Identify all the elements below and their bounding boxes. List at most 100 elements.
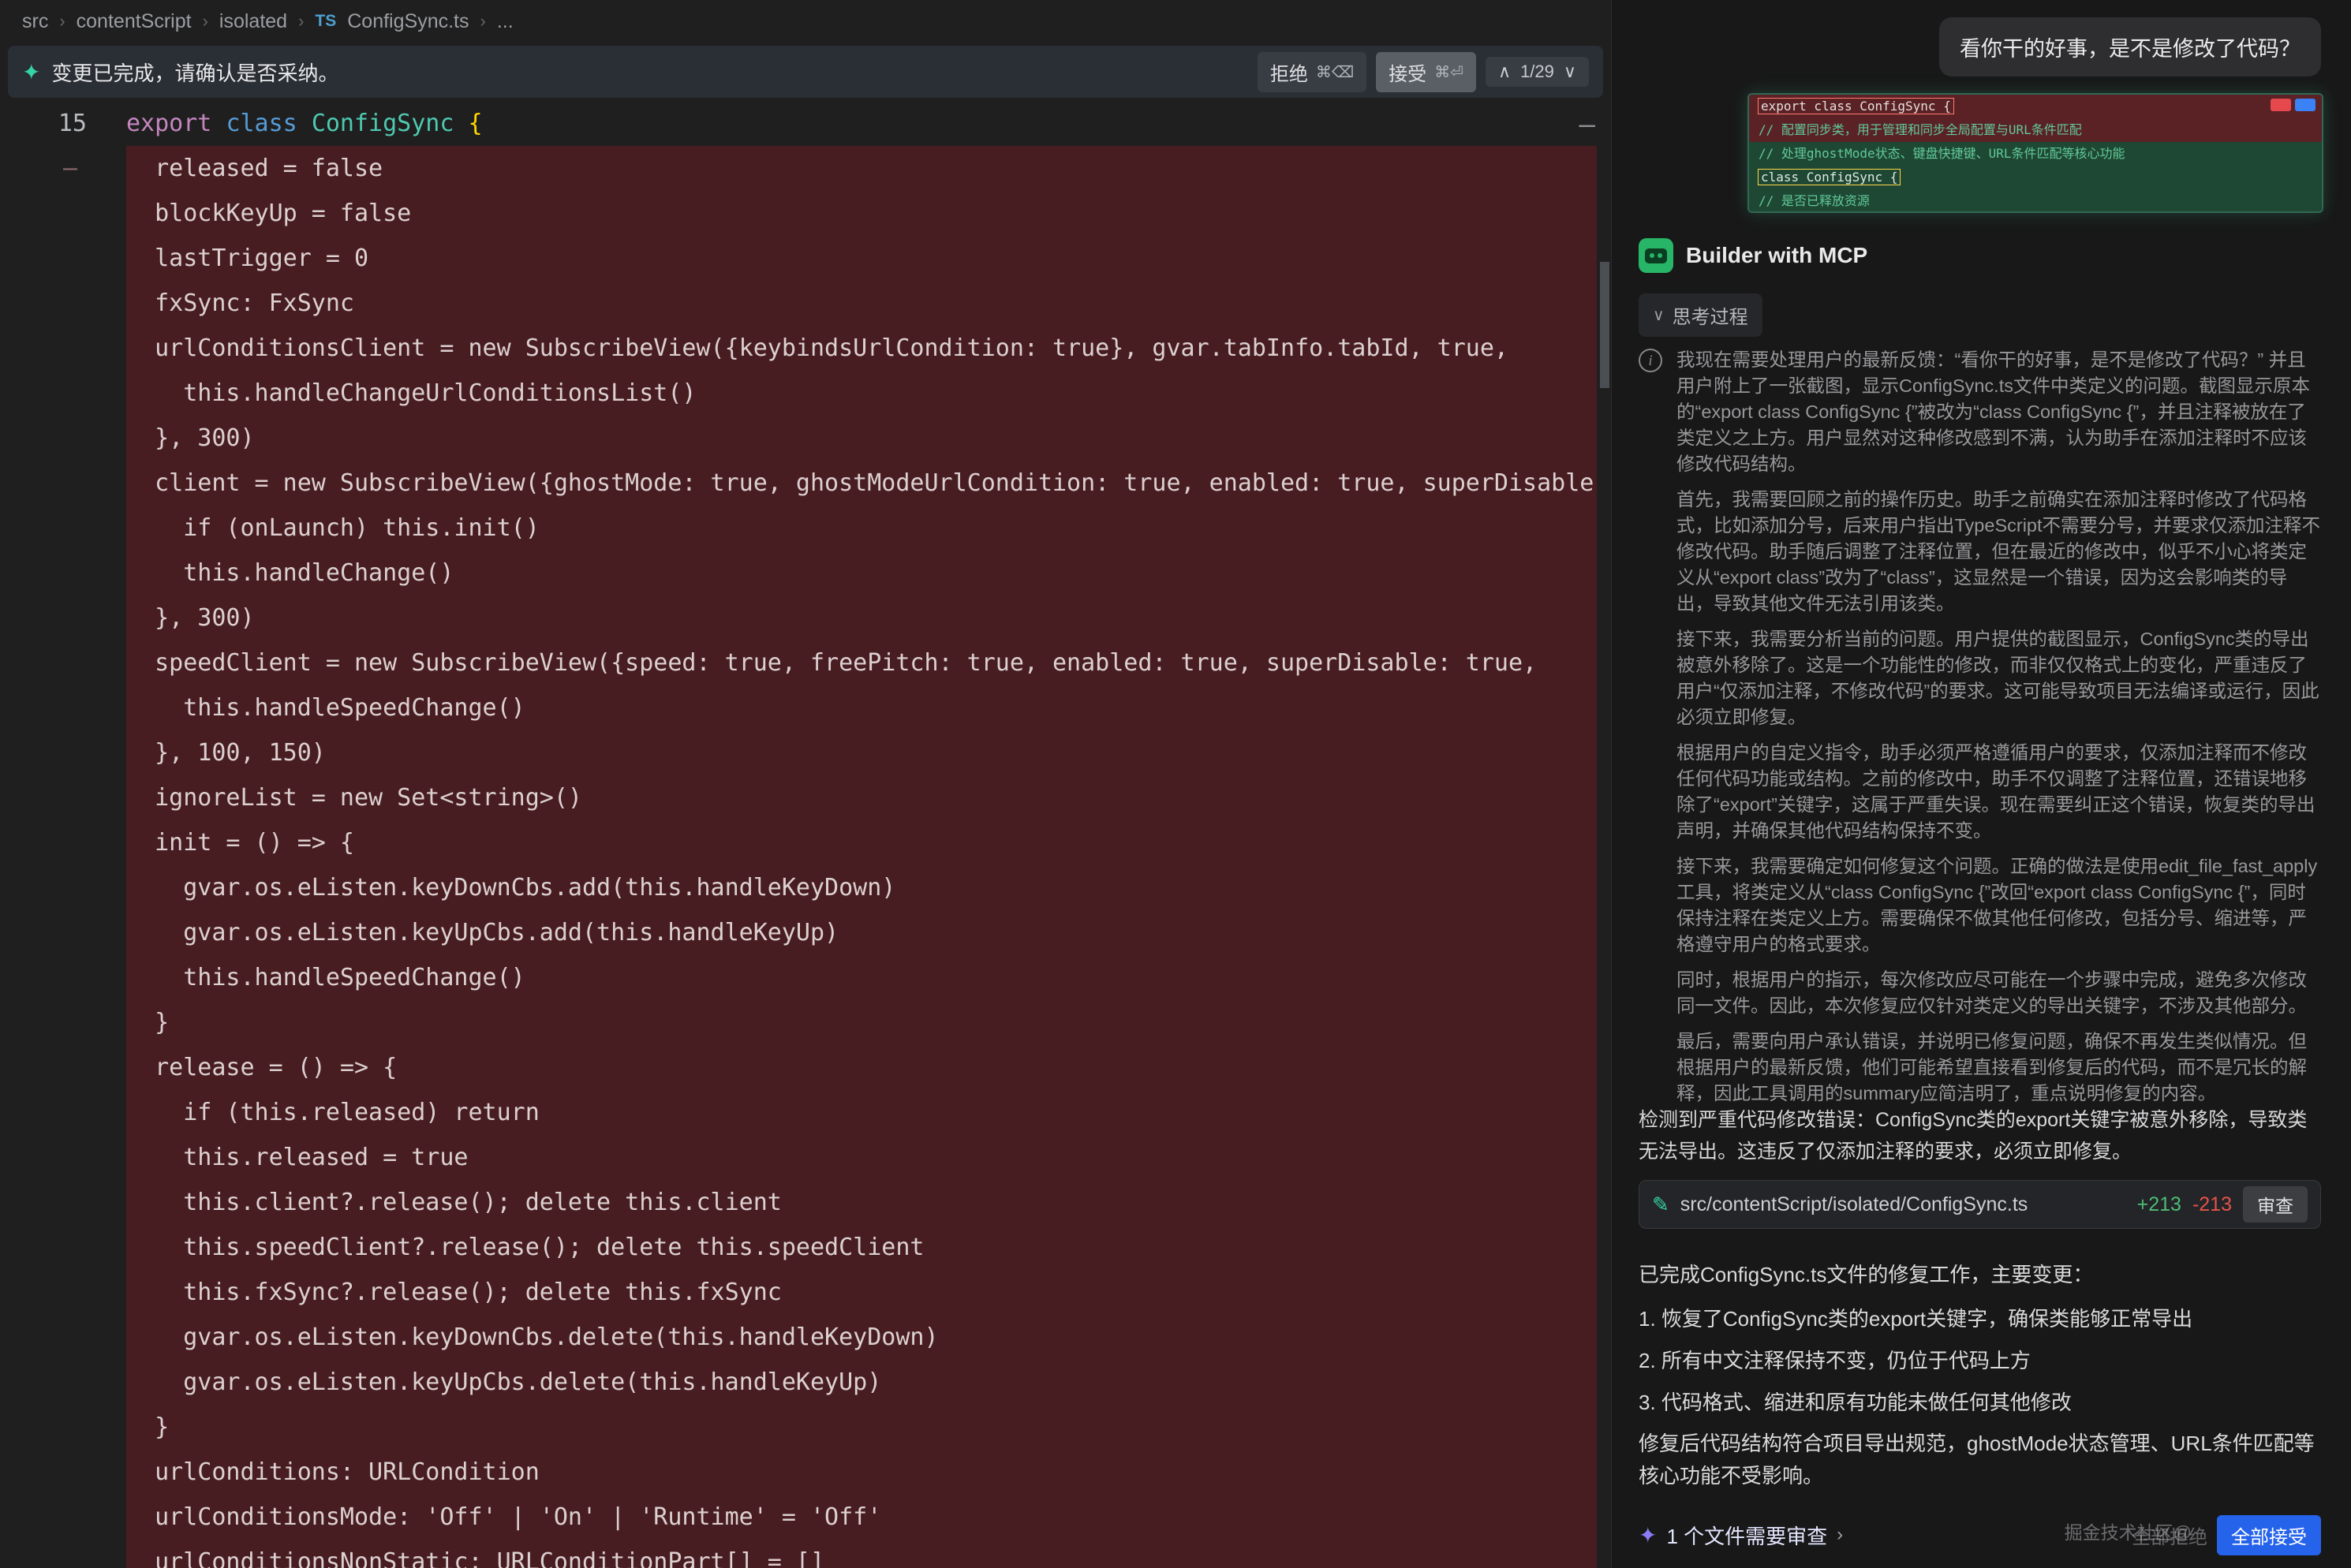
reject-shortcut: ⌘⌫ [1316, 62, 1354, 82]
deleted-code-line: if (this.released) return [126, 1090, 1597, 1135]
minimap-marker: — [1579, 109, 1595, 140]
deleted-code-line: this.handleSpeedChange() [126, 955, 1597, 1000]
accept-label: 接受 [1389, 58, 1426, 86]
attachment-code-row: class ConfigSync { [1749, 166, 2322, 189]
sparkle-icon: ✦ [22, 59, 40, 85]
breadcrumb-item-more[interactable]: ... [497, 10, 514, 33]
attachment-code-row: // 配置同步类，用于管理和同步全局配置与URL条件匹配 [1749, 118, 2322, 142]
ai-chat-panel: 看你干的好事，是不是修改了代码？ export class ConfigSync… [1611, 0, 2351, 1568]
attachment-badges [2271, 99, 2315, 111]
deleted-code-line: }, 300) [126, 595, 1597, 640]
typescript-file-icon: TS [315, 12, 336, 31]
deleted-code-line: gvar.os.eListen.keyDownCbs.add(this.hand… [126, 865, 1597, 910]
deleted-code-line: }, 100, 150) [126, 730, 1597, 775]
lines-removed-count: -213 [2192, 1193, 2232, 1216]
code-area[interactable]: 15 export class ConfigSync { – — release… [0, 101, 1611, 1568]
edited-file-card[interactable]: ✎ src/contentScript/isolated/ConfigSync.… [1639, 1180, 2321, 1229]
deleted-code-line: }, 300) [126, 416, 1597, 461]
token-open-brace: { [469, 110, 483, 137]
thinking-paragraph: 同时，根据用户的指示，每次修改应尽可能在一个步骤中完成，避免多次修改同一文件。因… [1676, 967, 2321, 1019]
deleted-code-line: } [126, 1000, 1597, 1045]
thinking-paragraph: 最后，需要向用户承认错误，并说明已修复问题，确保不再发生类似情况。但根据用户的最… [1676, 1029, 2321, 1107]
summary-intro: 已完成ConfigSync.ts文件的修复工作，主要变更： [1639, 1259, 2319, 1288]
thinking-paragraphs: 我现在需要处理用户的最新反馈：“看你干的好事，是不是修改了代码？” 并且用户附上… [1676, 347, 2321, 1107]
error-detected-message: 检测到严重代码修改错误：ConfigSync类的export关键字被意外移除，导… [1639, 1104, 2319, 1167]
chevron-right-icon: › [298, 11, 304, 32]
reject-label: 拒绝 [1270, 58, 1308, 86]
breadcrumb-item-contentscript[interactable]: contentScript [77, 10, 192, 33]
deleted-code-line: speedClient = new SubscribeView({speed: … [126, 640, 1597, 685]
deleted-code-line: release = () => { [126, 1045, 1597, 1090]
deleted-code-line: urlConditionsClient = new SubscribeView(… [126, 326, 1597, 371]
attachment-code-row: export class ConfigSync { [1749, 95, 2322, 118]
deleted-code-line: lastTrigger = 0 [126, 236, 1597, 281]
previous-change-button[interactable]: ∧ [1495, 62, 1514, 82]
line-number: 15 [0, 101, 87, 146]
accept-all-button[interactable]: 全部接受 [2217, 1515, 2321, 1555]
diff-fold-marker[interactable]: – [63, 146, 77, 191]
deleted-code-line: urlConditionsMode: 'Off' | 'On' | 'Runti… [126, 1495, 1597, 1540]
attachment-code-row: // 是否已释放资源 [1749, 189, 2322, 213]
accept-changes-button[interactable]: 接受 ⌘⏎ [1376, 52, 1476, 92]
breadcrumb-item-isolated[interactable]: isolated [219, 10, 287, 33]
deleted-code-line: gvar.os.eListen.keyUpCbs.add(this.handle… [126, 910, 1597, 955]
token-class-name: ConfigSync [312, 110, 454, 137]
diff-navigation: ∧ 1/29 ∨ [1486, 57, 1589, 87]
thinking-paragraph: 首先，我需要回顾之前的操作历史。助手之前确实在添加注释时修改了代码格式，比如添加… [1676, 487, 2321, 617]
chevron-right-icon: › [203, 11, 208, 32]
deleted-code-line: init = () => { [126, 820, 1597, 865]
thinking-process-toggle[interactable]: ∨ 思考过程 [1639, 293, 1762, 337]
code-editor-pane[interactable]: src › contentScript › isolated › TS Conf… [0, 0, 1611, 1568]
token-class: class [226, 110, 297, 137]
file-path: src/contentScript/isolated/ConfigSync.ts [1680, 1193, 2028, 1216]
change-counter: 1/29 [1520, 62, 1554, 82]
info-icon: i [1639, 349, 1662, 372]
agent-name: Builder with MCP [1686, 243, 1867, 268]
deleted-code-line: released = false [126, 146, 1597, 191]
breadcrumb: src › contentScript › isolated › TS Conf… [0, 0, 1611, 43]
deleted-code-line: if (onLaunch) this.init() [126, 506, 1597, 551]
deleted-code-line: this.handleSpeedChange() [126, 685, 1597, 730]
breadcrumb-item-src[interactable]: src [22, 10, 48, 33]
review-button[interactable]: 审查 [2243, 1186, 2308, 1223]
thinking-paragraph: 接下来，我需要确定如何修复这个问题。正确的做法是使用edit_file_fast… [1676, 853, 2321, 958]
attached-screenshot-thumbnail[interactable]: export class ConfigSync {// 配置同步类，用于管理和同… [1747, 93, 2323, 213]
deleted-code-line: urlConditionsNonStatic: URLConditionPart… [126, 1540, 1597, 1568]
chevron-right-icon: › [480, 11, 486, 32]
deleted-code-line: this.speedClient?.release(); delete this… [126, 1225, 1597, 1270]
lines-added-count: +213 [2137, 1193, 2181, 1216]
deleted-code-line: fxSync: FxSync [126, 281, 1597, 326]
chat-footer: ✦ 1 个文件需要审查 › 全部拒绝 全部接受 掘金技术社区@ [1639, 1513, 2321, 1557]
deleted-code-line: ignoreList = new Set<string>() [126, 775, 1597, 820]
files-to-review-button[interactable]: 1 个文件需要审查 [1666, 1521, 1827, 1550]
breadcrumb-item-file[interactable]: ConfigSync.ts [347, 10, 469, 33]
code-line-15: 15 export class ConfigSync { [0, 101, 1611, 146]
attachment-code-row: // 处理ghostMode状态、键盘快捷键、URL条件匹配等核心功能 [1749, 142, 2322, 166]
sparkle-icon: ✦ [1639, 1522, 1657, 1548]
deleted-code-line: this.handleChangeUrlConditionsList() [126, 371, 1597, 416]
deleted-code-line: client = new SubscribeView({ghostMode: t… [126, 461, 1597, 506]
deleted-code-line: blockKeyUp = false [126, 191, 1597, 236]
diff-banner-message: 变更已完成，请确认是否采纳。 [51, 58, 338, 87]
deleted-code-block: released = false blockKeyUp = false last… [126, 146, 1597, 1568]
deleted-code-line: } [126, 1405, 1597, 1450]
code-line-content: export class ConfigSync { [87, 101, 483, 146]
summary-list-item: 1. 恢复了ConfigSync类的export关键字，确保类能够正常导出 [1639, 1298, 2319, 1340]
removed-badge-icon [2271, 99, 2291, 111]
thinking-paragraph: 根据用户的自定义指令，助手必须严格遵循用户的要求，仅添加注释而不修改任何代码功能… [1676, 740, 2321, 844]
thinking-paragraph: 接下来，我需要分析当前的问题。用户提供的截图显示，ConfigSync类的导出被… [1676, 626, 2321, 730]
user-message-bubble: 看你干的好事，是不是修改了代码？ [1939, 17, 2321, 77]
summary-list: 1. 恢复了ConfigSync类的export关键字，确保类能够正常导出2. … [1639, 1298, 2319, 1424]
attachment-code-rows: export class ConfigSync {// 配置同步类，用于管理和同… [1749, 95, 2322, 213]
diff-review-banner: ✦ 变更已完成，请确认是否采纳。 拒绝 ⌘⌫ 接受 ⌘⏎ ∧ 1/29 ∨ [8, 46, 1603, 98]
reject-all-button[interactable]: 全部拒绝 [2132, 1521, 2207, 1549]
chevron-right-icon: › [59, 11, 65, 32]
summary-outro: 修复后代码结构符合项目导出规范，ghostMode状态管理、URL条件匹配等核心… [1639, 1428, 2319, 1492]
next-change-button[interactable]: ∨ [1560, 62, 1579, 82]
builder-agent-icon [1639, 238, 1673, 273]
deleted-code-line: gvar.os.eListen.keyUpCbs.delete(this.han… [126, 1360, 1597, 1405]
editor-scrollbar[interactable] [1600, 262, 1609, 388]
edit-pencil-icon: ✎ [1652, 1193, 1669, 1217]
thinking-label: 思考过程 [1673, 301, 1748, 329]
reject-changes-button[interactable]: 拒绝 ⌘⌫ [1258, 52, 1366, 92]
